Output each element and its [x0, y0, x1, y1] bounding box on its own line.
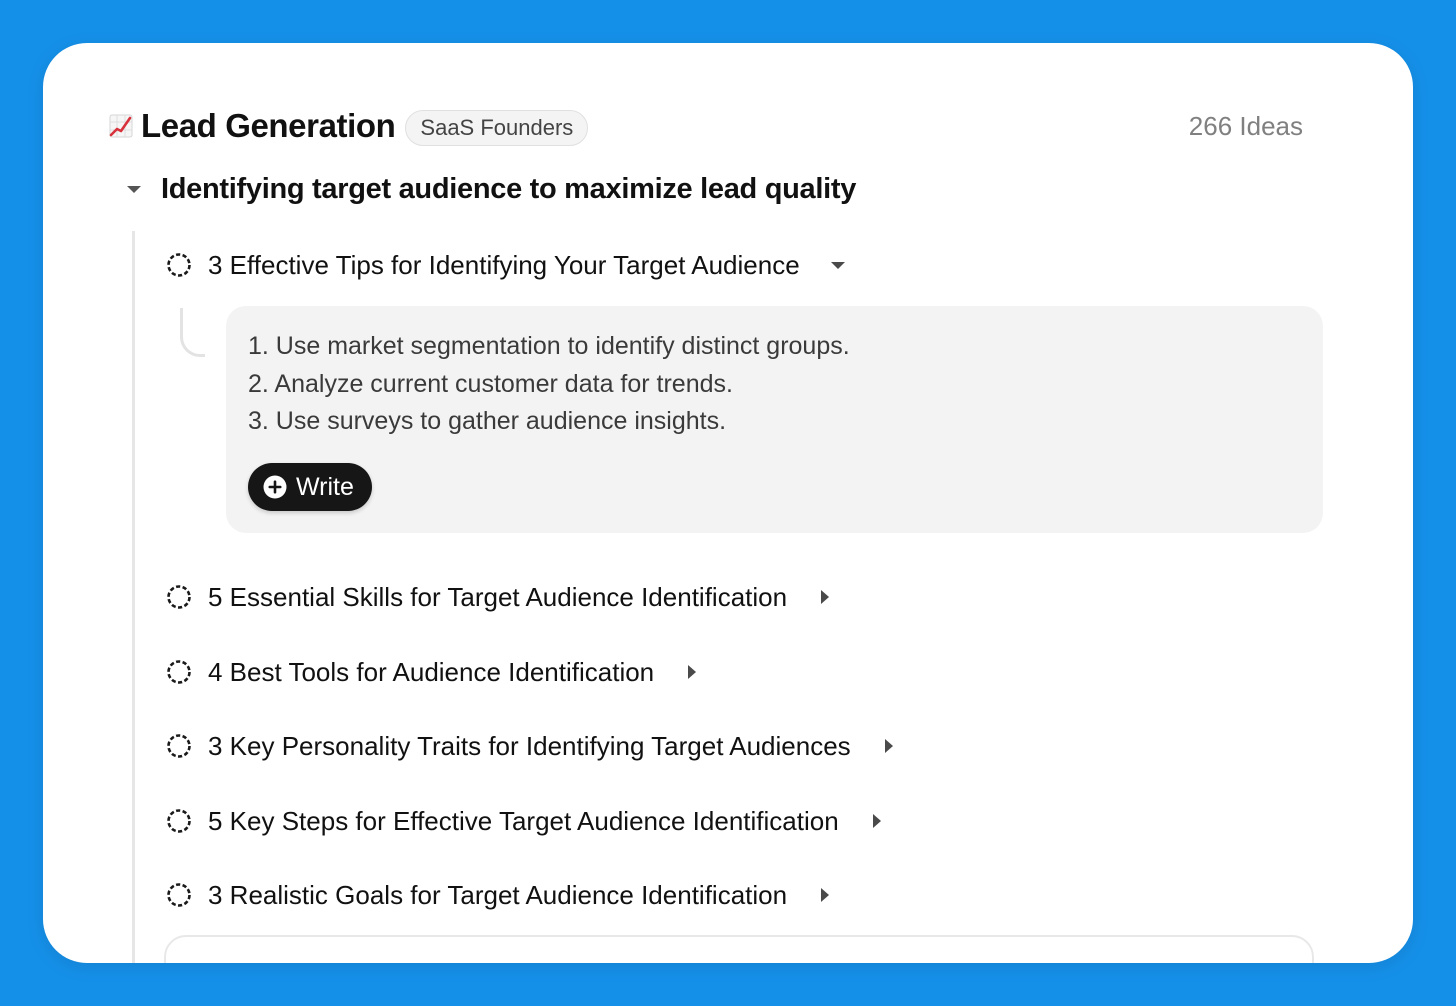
loading-spinner-icon [167, 660, 191, 684]
idea-count: 266 Ideas [1188, 110, 1303, 141]
caret-right-icon[interactable] [817, 887, 833, 903]
loading-spinner-icon [167, 809, 191, 833]
idea-label: 5 Key Steps for Effective Target Audienc… [208, 805, 839, 836]
section-header[interactable]: Identifying target audience to maximize … [125, 167, 856, 211]
caret-right-icon[interactable] [817, 589, 833, 605]
tip-item: 3. Use surveys to gather audience insigh… [248, 407, 727, 435]
write-button[interactable]: Write [248, 463, 372, 511]
idea-detail-panel: 1. Use market segmentation to identify d… [226, 306, 1323, 533]
idea-row[interactable]: 3 Effective Tips for Identifying Your Ta… [166, 243, 846, 287]
idea-row[interactable]: 5 Essential Skills for Target Audience I… [166, 575, 833, 619]
new-idea-input[interactable] [164, 935, 1314, 963]
idea-label: 4 Best Tools for Audience Identification [208, 656, 655, 687]
idea-row[interactable]: 5 Key Steps for Effective Target Audienc… [166, 799, 885, 843]
idea-label: 3 Effective Tips for Identifying Your Ta… [208, 249, 800, 280]
plus-circle-icon [263, 475, 287, 499]
tip-item: 2. Analyze current customer data for tre… [248, 369, 733, 398]
idea-label: 5 Essential Skills for Target Audience I… [208, 581, 788, 612]
section-title: Identifying target audience to maximize … [161, 172, 857, 205]
caret-down-icon[interactable] [125, 180, 143, 198]
tip-list: 1. Use market segmentation to identify d… [248, 328, 850, 441]
idea-row[interactable]: 4 Best Tools for Audience Identification [166, 650, 700, 694]
page-title: Lead Generation [141, 107, 396, 144]
idea-label: 3 Realistic Goals for Target Audience Id… [208, 879, 788, 910]
loading-spinner-icon [167, 883, 191, 907]
tree-connector [180, 308, 205, 357]
caret-right-icon[interactable] [881, 738, 897, 754]
idea-row[interactable]: 3 Realistic Goals for Target Audience Id… [166, 873, 833, 917]
loading-spinner-icon [167, 734, 191, 758]
chart-increasing-icon [109, 114, 133, 138]
idea-row[interactable]: 3 Key Personality Traits for Identifying… [166, 724, 897, 768]
loading-spinner-icon [167, 585, 191, 609]
caret-down-icon[interactable] [830, 257, 846, 273]
caret-right-icon[interactable] [684, 664, 700, 680]
write-button-label: Write [296, 472, 354, 501]
page-header: Lead Generation SaaS Founders 266 Ideas [109, 101, 1303, 151]
tree-line [132, 231, 135, 963]
audience-tag[interactable]: SaaS Founders [405, 110, 589, 146]
idea-label: 3 Key Personality Traits for Identifying… [208, 730, 851, 761]
ideas-card: Lead Generation SaaS Founders 266 Ideas … [43, 43, 1413, 963]
tip-item: 1. Use market segmentation to identify d… [248, 332, 850, 360]
caret-right-icon[interactable] [869, 813, 885, 829]
loading-spinner-icon [167, 253, 191, 277]
